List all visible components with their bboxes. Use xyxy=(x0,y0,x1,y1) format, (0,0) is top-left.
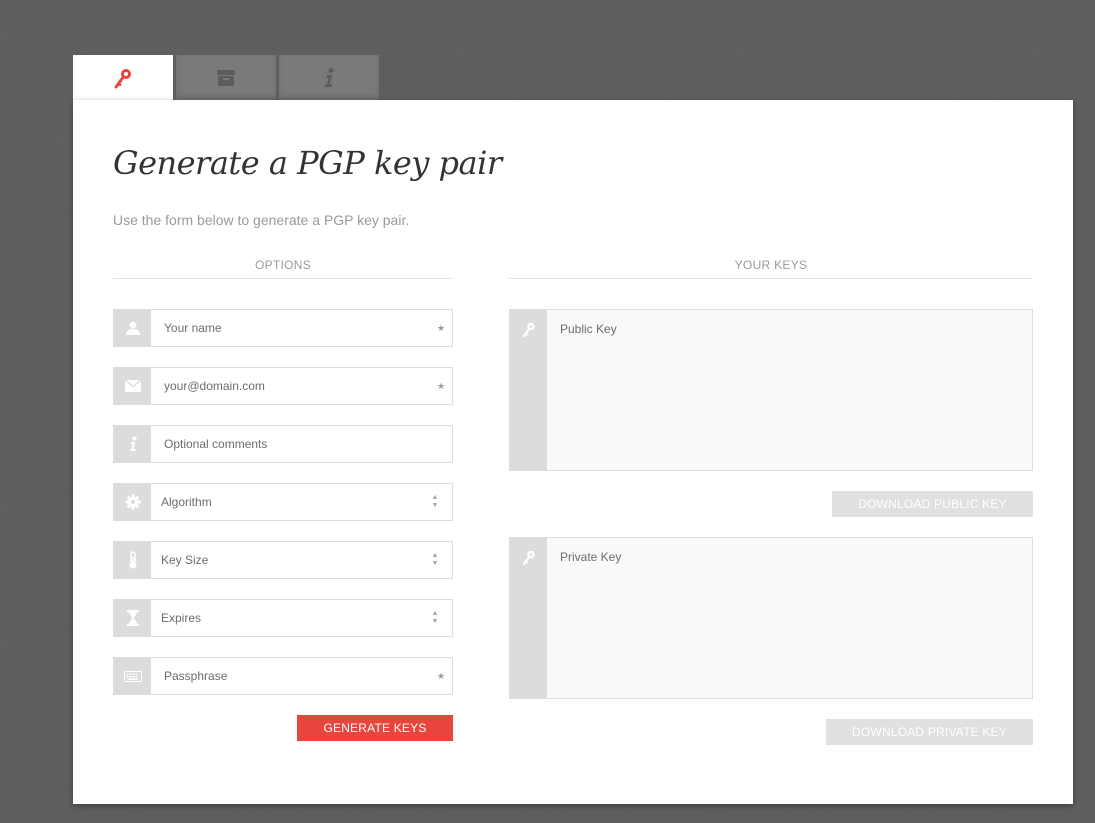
public-key-textarea[interactable]: Public Key xyxy=(509,309,1033,471)
options-heading: OPTIONS xyxy=(113,258,453,279)
generate-keys-button[interactable]: GENERATE KEYS xyxy=(297,715,453,741)
key-icon xyxy=(510,538,547,698)
tab-bar xyxy=(73,55,382,102)
info-icon xyxy=(325,67,334,87)
passphrase-input[interactable]: Passphrase xyxy=(151,658,430,694)
private-key-textarea[interactable]: Private Key xyxy=(509,537,1033,699)
page-title: Generate a PGP key pair xyxy=(113,144,502,182)
comments-input[interactable]: Optional comments xyxy=(151,426,452,462)
required-star-icon: ★ xyxy=(436,322,446,333)
user-icon xyxy=(114,310,151,346)
tab-info[interactable] xyxy=(279,55,379,100)
expires-select[interactable]: Expires ▲ ▼ xyxy=(113,599,453,637)
algorithm-select[interactable]: Algorithm ▲ ▼ xyxy=(113,483,453,521)
private-key-placeholder: Private Key xyxy=(560,550,622,564)
download-public-key-button[interactable]: DOWNLOAD PUBLIC KEY xyxy=(832,491,1033,517)
name-field[interactable]: Your name ★ xyxy=(113,309,453,347)
required-star-icon: ★ xyxy=(436,670,446,681)
generate-panel: Generate a PGP key pair Use the form bel… xyxy=(73,100,1073,804)
key-icon xyxy=(510,310,547,470)
thermometer-icon xyxy=(114,542,151,578)
key-size-value: Key Size xyxy=(161,553,209,567)
select-arrows-icon: ▲ ▼ xyxy=(431,552,439,567)
gear-icon xyxy=(114,484,151,520)
hourglass-icon xyxy=(114,600,151,636)
page-subtitle: Use the form below to generate a PGP key… xyxy=(113,212,410,228)
key-size-select[interactable]: Key Size ▲ ▼ xyxy=(113,541,453,579)
expires-value: Expires xyxy=(161,611,202,625)
algorithm-value: Algorithm xyxy=(161,495,212,509)
email-input[interactable]: your@domain.com xyxy=(151,368,430,404)
passphrase-field[interactable]: Passphrase ★ xyxy=(113,657,453,695)
email-field[interactable]: your@domain.com ★ xyxy=(113,367,453,405)
download-private-key-button[interactable]: DOWNLOAD PRIVATE KEY xyxy=(826,719,1033,745)
public-key-placeholder: Public Key xyxy=(560,322,617,336)
archive-icon xyxy=(217,69,235,86)
envelope-icon xyxy=(114,368,151,404)
key-icon xyxy=(114,68,131,88)
keyboard-icon xyxy=(114,658,151,694)
name-input[interactable]: Your name xyxy=(151,310,430,346)
your-keys-heading: YOUR KEYS xyxy=(509,258,1033,279)
info-icon xyxy=(114,426,151,462)
select-arrows-icon: ▲ ▼ xyxy=(431,494,439,509)
tab-generate-keys[interactable] xyxy=(73,55,173,102)
required-star-icon: ★ xyxy=(436,380,446,391)
comments-field[interactable]: Optional comments xyxy=(113,425,453,463)
tab-archive[interactable] xyxy=(176,55,276,100)
select-arrows-icon: ▲ ▼ xyxy=(431,610,439,625)
